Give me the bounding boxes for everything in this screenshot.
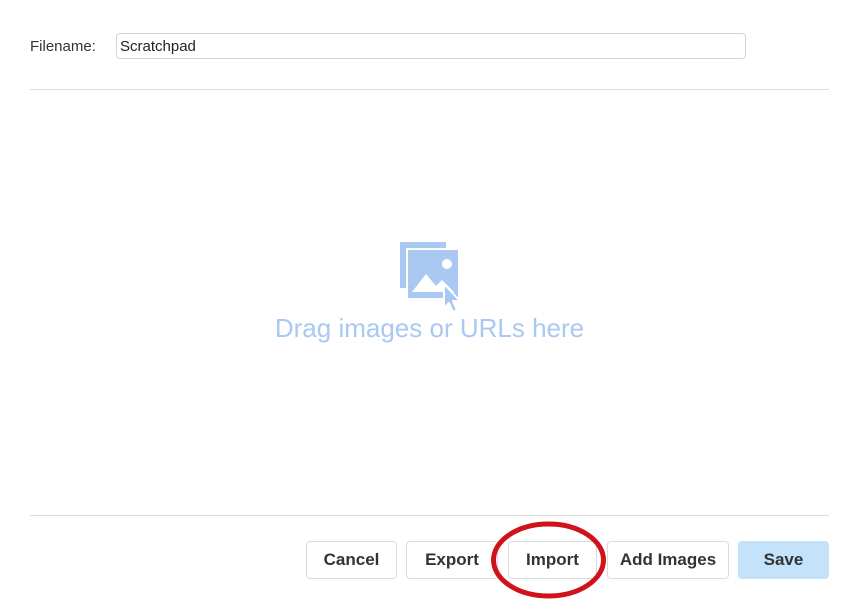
filename-input[interactable]: [116, 33, 746, 59]
export-button[interactable]: Export: [406, 541, 498, 579]
filename-label: Filename:: [30, 37, 96, 55]
cancel-button[interactable]: Cancel: [306, 541, 397, 579]
filename-row: Filename:: [30, 33, 746, 59]
bottom-divider: [30, 515, 829, 516]
image-dropzone[interactable]: Drag images or URLs here: [30, 90, 829, 515]
save-button[interactable]: Save: [738, 541, 829, 579]
add-images-button[interactable]: Add Images: [607, 541, 729, 579]
dropzone-text: Drag images or URLs here: [274, 313, 585, 343]
button-bar: Cancel Export Import Add Images Save: [0, 541, 855, 579]
import-button[interactable]: Import: [508, 541, 597, 579]
scratchpad-dialog: Filename: Drag images or URLs here Cance…: [0, 0, 855, 604]
image-drop-icon: [400, 242, 461, 313]
